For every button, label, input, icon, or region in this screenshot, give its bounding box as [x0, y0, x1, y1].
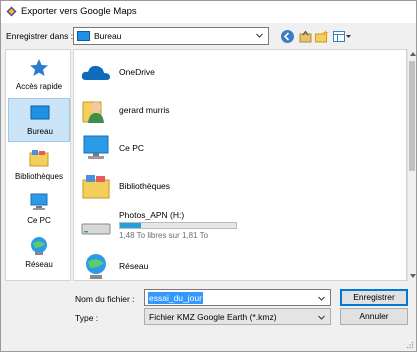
scroll-down-icon[interactable]	[410, 274, 416, 278]
item-name: Ce PC	[119, 143, 145, 153]
drive-usage-fill	[120, 223, 141, 228]
file-name-input[interactable]: essai_du_jour	[144, 289, 331, 306]
computer-icon	[30, 193, 48, 210]
place-label: Réseau	[25, 260, 53, 269]
save-dialog: Exporter vers Google Maps Enregistrer da…	[0, 0, 417, 352]
drive-free-space: 1,48 To libres sur 1,81 To	[119, 231, 209, 240]
star-icon	[30, 59, 48, 76]
list-item-this-pc[interactable]: Ce PC	[78, 130, 393, 166]
place-label: Bureau	[27, 127, 53, 136]
place-libraries[interactable]: Bibliothèques	[8, 144, 70, 188]
places-bar: Accès rapide Bureau Bibliothèques Ce PC	[5, 49, 71, 281]
item-name: OneDrive	[119, 67, 155, 77]
computer-icon	[83, 135, 109, 159]
file-type-value: Fichier KMZ Google Earth (*.kmz)	[149, 312, 277, 322]
network-icon	[31, 237, 47, 255]
list-item-drive[interactable]: Photos_APN (H:) 1,48 To libres sur 1,81 …	[78, 206, 393, 246]
back-icon[interactable]	[280, 29, 295, 44]
vertical-scrollbar[interactable]	[407, 49, 416, 281]
place-label: Bibliothèques	[14, 172, 64, 181]
chevron-down-icon[interactable]	[317, 294, 326, 303]
item-name: Bibliothèques	[119, 181, 171, 191]
list-item-network[interactable]: Réseau	[78, 248, 393, 280]
view-menu-icon[interactable]	[332, 29, 352, 44]
cancel-button[interactable]: Annuler	[340, 308, 408, 325]
list-item-libraries[interactable]: Bibliothèques	[78, 168, 393, 204]
item-name: gerard murris	[119, 105, 170, 115]
item-name: Photos_APN (H:)	[119, 210, 185, 220]
onedrive-icon	[81, 65, 110, 80]
title-bar[interactable]: Exporter vers Google Maps	[1, 1, 416, 23]
user-folder-icon	[82, 101, 104, 123]
chevron-down-icon	[318, 315, 325, 320]
place-label: Ce PC	[27, 216, 51, 225]
place-desktop[interactable]: Bureau	[8, 98, 70, 142]
file-list: OneDrive gerard murris Ce PC Bibliothèqu…	[73, 49, 407, 281]
save-in-value: Bureau	[94, 31, 122, 41]
list-item-onedrive[interactable]: OneDrive	[78, 54, 393, 90]
file-name-value: essai_du_jour	[148, 292, 203, 304]
place-this-pc[interactable]: Ce PC	[8, 188, 70, 232]
scroll-thumb[interactable]	[409, 61, 415, 171]
item-name: Réseau	[119, 261, 149, 271]
place-label: Accès rapide	[15, 82, 63, 91]
app-icon	[6, 6, 17, 17]
drive-icon	[81, 223, 111, 235]
save-in-label: Enregistrer dans :	[6, 31, 74, 41]
file-type-dropdown[interactable]: Fichier KMZ Google Earth (*.kmz)	[144, 308, 331, 325]
new-folder-icon[interactable]	[314, 29, 329, 44]
chevron-down-icon	[256, 33, 263, 38]
libraries-icon	[29, 150, 49, 167]
place-quick-access[interactable]: Accès rapide	[8, 54, 70, 98]
desktop-icon	[30, 105, 50, 120]
place-network[interactable]: Réseau	[8, 232, 70, 276]
scroll-up-icon[interactable]	[410, 52, 416, 56]
resize-grip-icon[interactable]	[406, 341, 414, 349]
save-button[interactable]: Enregistrer	[340, 289, 408, 306]
desktop-folder-icon	[77, 31, 90, 41]
libraries-icon	[82, 175, 110, 199]
file-name-label: Nom du fichier :	[75, 294, 135, 304]
window-title: Exporter vers Google Maps	[21, 6, 137, 17]
list-item-user-folder[interactable]: gerard murris	[78, 92, 393, 128]
up-folder-icon[interactable]	[298, 29, 313, 44]
network-icon	[86, 254, 106, 279]
save-in-dropdown[interactable]: Bureau	[73, 27, 269, 45]
drive-usage-bar	[119, 222, 237, 229]
file-type-label: Type :	[75, 313, 99, 323]
